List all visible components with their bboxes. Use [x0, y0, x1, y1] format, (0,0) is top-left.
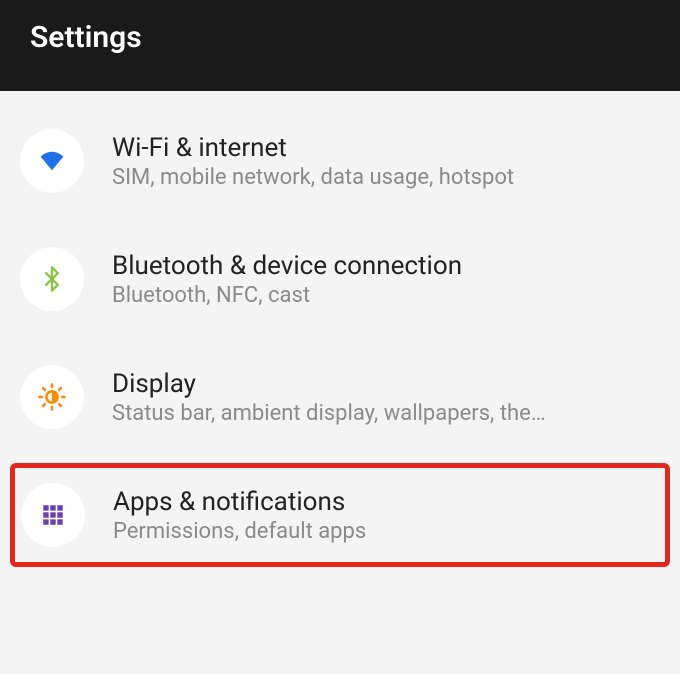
settings-item-text: Bluetooth & device connection Bluetooth,…: [112, 251, 660, 308]
settings-item-text: Wi-Fi & internet SIM, mobile network, da…: [112, 133, 660, 190]
settings-item-display[interactable]: Display Status bar, ambient display, wal…: [10, 345, 670, 449]
settings-item-title: Apps & notifications: [113, 487, 659, 517]
settings-item-title: Wi-Fi & internet: [112, 133, 660, 163]
settings-header: Settings: [0, 0, 680, 91]
settings-item-title: Display: [112, 369, 660, 399]
settings-item-text: Apps & notifications Permissions, defaul…: [113, 487, 659, 544]
settings-item-text: Display Status bar, ambient display, wal…: [112, 369, 660, 426]
page-title: Settings: [30, 20, 142, 55]
wifi-icon: [20, 129, 84, 193]
settings-item-bluetooth[interactable]: Bluetooth & device connection Bluetooth,…: [10, 227, 670, 331]
settings-item-subtitle: Status bar, ambient display, wallpapers,…: [112, 401, 660, 426]
settings-list: Wi-Fi & internet SIM, mobile network, da…: [0, 91, 680, 591]
bluetooth-icon: [20, 247, 84, 311]
settings-item-subtitle: Permissions, default apps: [113, 519, 659, 544]
settings-item-wifi[interactable]: Wi-Fi & internet SIM, mobile network, da…: [10, 109, 670, 213]
settings-item-apps[interactable]: Apps & notifications Permissions, defaul…: [10, 463, 670, 567]
settings-item-subtitle: SIM, mobile network, data usage, hotspot: [112, 165, 660, 190]
brightness-icon: [20, 365, 84, 429]
apps-grid-icon: [21, 483, 85, 547]
settings-item-subtitle: Bluetooth, NFC, cast: [112, 283, 660, 308]
settings-item-title: Bluetooth & device connection: [112, 251, 660, 281]
